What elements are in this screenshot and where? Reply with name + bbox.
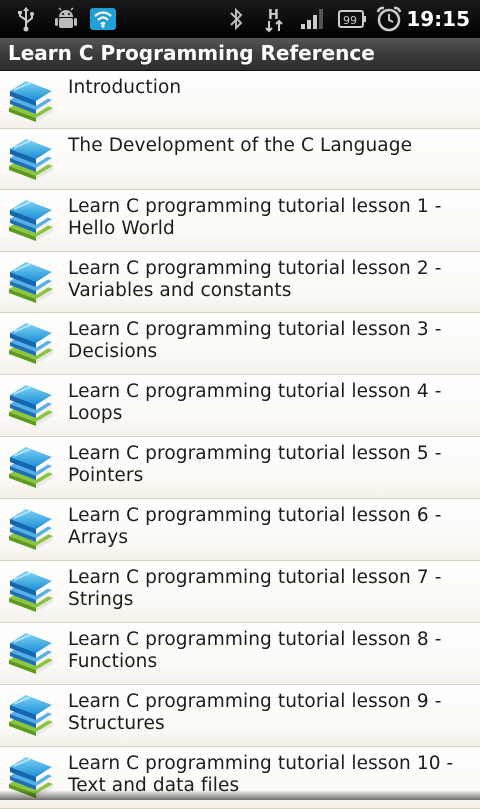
list-item-subtitle: Structures: [68, 713, 165, 734]
list-item-title: The Development of the C Language: [68, 135, 413, 156]
list-item-subtitle: Decisions: [68, 341, 158, 362]
list-item-title: Learn C programming tutorial lesson 2 -: [68, 258, 442, 279]
hsdpa-icon: H: [262, 5, 288, 33]
list-item[interactable]: Learn C programming tutorial lesson 9 - …: [0, 685, 480, 747]
list-item[interactable]: Learn C programming tutorial lesson 7 - …: [0, 561, 480, 623]
list-item-title: Learn C programming tutorial lesson 3 -: [68, 319, 442, 340]
list-item-subtitle: Functions: [68, 651, 158, 672]
list-item-label: Learn C programming tutorial lesson 3 - …: [68, 319, 474, 363]
list-item-subtitle: Hello World: [68, 218, 175, 239]
book-stack-icon: [6, 444, 56, 490]
list-item-subtitle: Arrays: [68, 527, 129, 548]
list-item-label: Learn C programming tutorial lesson 2 - …: [68, 258, 474, 302]
lesson-list: Introduction The Development of the C La…: [0, 71, 480, 809]
list-item-title: Learn C programming tutorial lesson 10 -: [68, 753, 454, 774]
list-item[interactable]: Learn C programming tutorial lesson 5 - …: [0, 437, 480, 499]
list-item[interactable]: Learn C programming tutorial lesson 3 - …: [0, 313, 480, 375]
list-item[interactable]: Introduction: [0, 71, 480, 129]
bluetooth-icon: [226, 5, 246, 33]
book-stack-icon: [6, 382, 56, 428]
svg-text:H: H: [268, 8, 279, 23]
list-item-title: Learn C programming tutorial lesson 5 -: [68, 443, 442, 464]
list-item-title: Learn C programming tutorial lesson 8 -: [68, 629, 442, 650]
list-item-label: Introduction: [68, 77, 474, 99]
list-item[interactable]: Learn C programming tutorial lesson 8 - …: [0, 623, 480, 685]
book-stack-icon: [6, 197, 56, 243]
alarm-clock-icon: [374, 5, 404, 33]
bottom-shadow: [0, 790, 480, 800]
book-stack-icon: [6, 568, 56, 614]
list-item-subtitle: Pointers: [68, 465, 144, 486]
app-title: Learn C Programming Reference: [8, 41, 375, 65]
signal-icon: [298, 5, 326, 33]
battery-level: 99: [343, 14, 357, 27]
status-time: 19:15: [406, 7, 470, 31]
list-item[interactable]: The Development of the C Language: [0, 129, 480, 190]
book-stack-icon: [6, 136, 56, 182]
list-item[interactable]: Learn C programming tutorial lesson 6 - …: [0, 499, 480, 561]
usb-icon: [14, 5, 38, 33]
list-item-title: Learn C programming tutorial lesson 7 -: [68, 567, 442, 588]
list-item-label: Learn C programming tutorial lesson 1 - …: [68, 196, 474, 240]
list-item-label: Learn C programming tutorial lesson 5 - …: [68, 443, 474, 487]
list-item[interactable]: Learn C programming tutorial lesson 4 - …: [0, 375, 480, 437]
android-debug-icon: [52, 5, 80, 33]
list-item[interactable]: Learn C programming tutorial lesson 2 - …: [0, 252, 480, 313]
book-stack-icon: [6, 630, 56, 676]
list-item-subtitle: Loops: [68, 403, 123, 424]
list-item-title: Learn C programming tutorial lesson 9 -: [68, 691, 442, 712]
wifi-icon: [88, 5, 118, 33]
list-item[interactable]: Learn C programming tutorial lesson 1 - …: [0, 190, 480, 252]
status-bar: H 99 19:15: [0, 0, 480, 38]
list-item-title: Learn C programming tutorial lesson 4 -: [68, 381, 442, 402]
list-item-label: The Development of the C Language: [68, 135, 474, 157]
list-item-subtitle: Strings: [68, 589, 134, 610]
book-stack-icon: [6, 259, 56, 305]
list-item-label: Learn C programming tutorial lesson 7 - …: [68, 567, 474, 611]
list-item-label: Learn C programming tutorial lesson 4 - …: [68, 381, 474, 425]
book-stack-icon: [6, 692, 56, 738]
list-item-title: Learn C programming tutorial lesson 1 -: [68, 196, 442, 217]
book-stack-icon: [6, 320, 56, 366]
list-item-subtitle: Variables and constants: [68, 280, 292, 301]
battery-icon: 99: [336, 5, 368, 33]
list-item-title: Learn C programming tutorial lesson 6 -: [68, 505, 442, 526]
book-stack-icon: [6, 506, 56, 552]
list-item-label: Learn C programming tutorial lesson 6 - …: [68, 505, 474, 549]
list-item-title: Introduction: [68, 77, 182, 98]
app-title-bar: Learn C Programming Reference: [0, 38, 480, 71]
list-item-label: Learn C programming tutorial lesson 8 - …: [68, 629, 474, 673]
list-item-label: Learn C programming tutorial lesson 9 - …: [68, 691, 474, 735]
book-stack-icon: [6, 78, 56, 124]
